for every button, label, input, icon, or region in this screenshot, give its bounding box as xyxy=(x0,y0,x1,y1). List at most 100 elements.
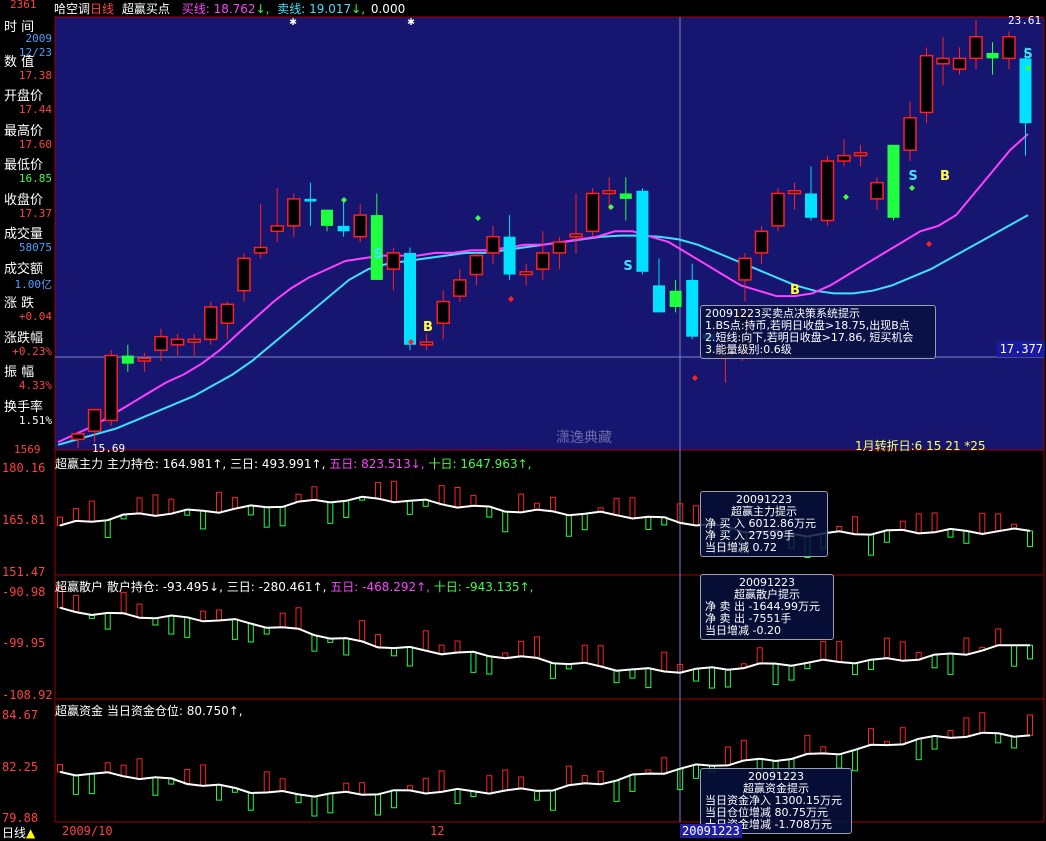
low-price-label: 15.69 xyxy=(92,442,126,455)
candle-body xyxy=(287,198,301,227)
candle-right-body xyxy=(738,257,752,281)
candle-body xyxy=(585,192,600,233)
candle-body xyxy=(253,246,268,254)
pane3-title[interactable]: 超赢资金 xyxy=(55,704,103,718)
candle-body xyxy=(419,341,434,346)
main-chart-background xyxy=(55,17,1044,450)
pane1-tooltip-line-3: 当日增减 0.72 xyxy=(705,541,777,554)
pane2-label: 散户持仓: xyxy=(106,580,159,594)
candle-body xyxy=(270,225,284,233)
pane2-d3-label: 三日: xyxy=(226,580,255,594)
candle-body xyxy=(337,225,350,232)
sell-signal: S xyxy=(623,259,632,274)
buy-signal: B xyxy=(790,283,800,298)
title-bar: 哈空调日线 超赢买点 买线: 18.762↓, 卖线: 19.017↓, 0.0… xyxy=(54,2,406,16)
sell-line-value: 19.017 xyxy=(309,2,352,16)
top-axis-label: 2361 xyxy=(10,0,37,11)
candle-body xyxy=(686,279,699,337)
sidebar-field-label: 成交额 xyxy=(4,261,44,277)
period-label[interactable]: 日线 xyxy=(90,2,114,16)
sidebar-field: 振 幅 4.33% xyxy=(0,361,54,395)
pane3-y-bot: 79.88 xyxy=(2,811,39,825)
candle-right-body xyxy=(805,193,817,218)
sidebar-field-label: 数 值 xyxy=(4,54,35,70)
sidebar-field-value: 58075 xyxy=(18,241,52,254)
candle-right-body xyxy=(837,154,851,162)
pane3-label: 当日资金仓位: xyxy=(106,704,183,718)
candle-body xyxy=(204,306,218,341)
turning-date-label: 1月转折日:6 15 21 *25 xyxy=(855,439,986,453)
candle-body xyxy=(552,241,567,254)
candle-body xyxy=(436,300,450,324)
pane1-label: 主力持仓: xyxy=(106,457,159,471)
sidebar-field: 成交额 1.00亿 xyxy=(0,258,54,292)
candle-body xyxy=(636,190,649,272)
candle-body xyxy=(237,257,251,292)
sell-signal: S xyxy=(373,247,382,262)
candle-right-body xyxy=(919,54,934,114)
candle-body xyxy=(170,338,185,346)
bottom-period-label: 日线 xyxy=(2,826,27,840)
date-mid: 12 xyxy=(430,824,445,838)
pane2-d5-label: 五日: xyxy=(330,580,359,594)
bottom-axis-label: 1569 xyxy=(14,443,41,456)
candle-right-body xyxy=(969,36,983,60)
sell-signal: S xyxy=(1023,47,1032,62)
sidebar-field: 涨 跌 +0.04 xyxy=(0,292,54,326)
cursor-price-tag: 17.377 xyxy=(997,341,1045,357)
candle-body xyxy=(569,233,583,238)
indicator-name[interactable]: 超赢买点 xyxy=(122,2,170,16)
candle-body xyxy=(87,408,102,432)
candle-body xyxy=(619,193,632,199)
extra-value: 0.000 xyxy=(370,2,406,16)
sidebar-field-value: 1.00亿 xyxy=(14,277,53,291)
candle-body xyxy=(469,254,484,276)
sidebar-field-value: 17.60 xyxy=(18,137,52,151)
candle-body xyxy=(154,335,168,351)
sidebar-field-value: 2009 xyxy=(25,32,53,45)
candle-body xyxy=(653,285,665,313)
sidebar-field-value: 17.37 xyxy=(18,206,52,220)
candle-body xyxy=(137,357,152,362)
triangle-up-icon: ▲ xyxy=(26,826,36,840)
pane1-d5-label: 五日: xyxy=(329,457,358,471)
candle-right-body xyxy=(986,52,999,59)
pane2-y-bot: -108.92 xyxy=(2,688,53,702)
pane1-d10-label: 十日: xyxy=(428,457,457,471)
sidebar-field-value: 1.51% xyxy=(18,413,52,427)
candle-right-body xyxy=(853,152,868,157)
candle-body xyxy=(386,252,401,270)
watermark: 潇逸典藏 xyxy=(556,430,612,446)
candle-body xyxy=(353,214,367,238)
bottom-period-button[interactable]: 日线▲ xyxy=(2,824,35,841)
sell-line-label: 卖线: xyxy=(277,2,306,16)
buy-signal: B xyxy=(940,169,950,184)
candle-right-body xyxy=(936,57,950,65)
sidebar-field-label: 收盘价 xyxy=(4,192,44,208)
pane2-tooltip-line-3: 当日增减 -0.20 xyxy=(705,624,781,637)
pane1-d3-value: 493.991↑, xyxy=(261,457,326,471)
sidebar-field-label: 涨 跌 xyxy=(4,296,35,311)
stock-name[interactable]: 哈空调 xyxy=(54,2,90,16)
high-price-label: 23.61 xyxy=(1008,14,1042,27)
indicator-background xyxy=(55,450,1044,837)
sidebar-field-label: 最低价 xyxy=(4,158,44,173)
pane3-legend: 超赢资金 当日资金仓位: 80.750↑, xyxy=(55,702,243,719)
pane2-title[interactable]: 超赢散户 xyxy=(55,580,103,594)
candle-body xyxy=(602,190,616,195)
candle-body xyxy=(486,235,500,254)
candle-body xyxy=(453,279,467,297)
sidebar-field-value: 17.38 xyxy=(18,68,52,82)
pane2-y-top: -90.98 xyxy=(2,585,46,599)
sell-signal: S xyxy=(908,169,917,184)
buy-line-value: 18.762 xyxy=(213,2,256,16)
candle-body xyxy=(519,271,533,276)
pane1-title[interactable]: 超赢主力 xyxy=(55,457,103,471)
candle-body xyxy=(404,252,416,345)
sidebar-field-value: 4.33% xyxy=(18,379,52,392)
sidebar-field-label: 涨跌幅 xyxy=(4,330,44,346)
candle-right-body xyxy=(754,230,769,254)
pane2-y-mid: -99.95 xyxy=(2,636,46,650)
sidebar-field-label: 开盘价 xyxy=(4,89,44,104)
candle-body xyxy=(669,290,682,307)
